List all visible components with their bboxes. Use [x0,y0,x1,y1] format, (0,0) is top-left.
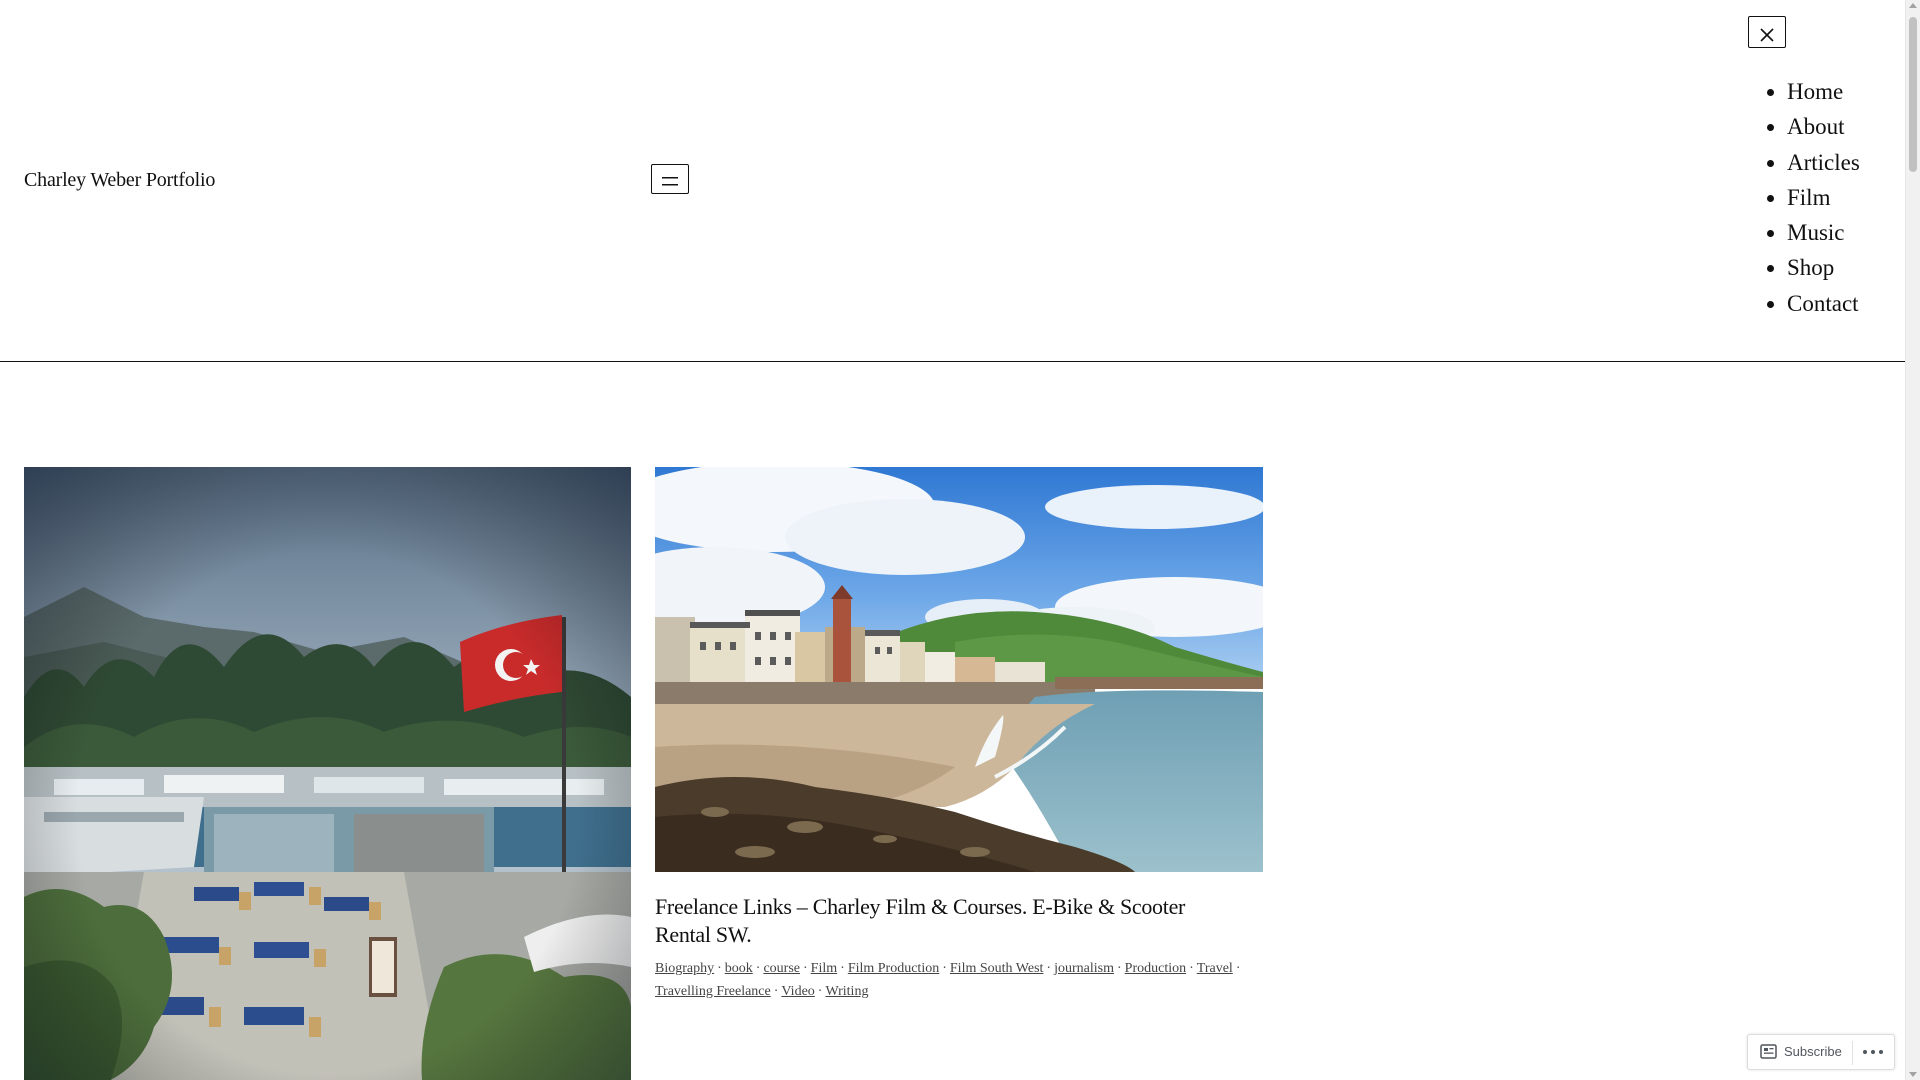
nav-link-contact[interactable]: Contact [1787,291,1859,316]
post-title-link[interactable]: Freelance Links – Charley Film & Courses… [655,894,1185,947]
scroll-up-arrow-icon[interactable] [1909,3,1917,8]
primary-navigation: Home About Articles Film Music Shop Cont… [1764,74,1860,321]
menu-close-button[interactable] [1748,16,1786,48]
category-link-course[interactable]: course [763,961,800,976]
nav-item-shop: Shop [1787,250,1860,285]
category-link-travel[interactable]: Travel [1197,961,1233,976]
post-featured-image-turkey-harbor[interactable] [24,467,631,1080]
separator: · [755,961,761,976]
category-link-film-production[interactable]: Film Production [848,961,939,976]
category-link-video[interactable]: Video [781,984,814,999]
site-header: Charley Weber Portfolio Home About Artic… [0,0,1905,362]
separator: · [803,961,808,976]
nav-link-film[interactable]: Film [1787,185,1830,210]
reader-icon [1760,1044,1777,1059]
nav-item-articles: Articles [1787,145,1860,180]
category-link-writing[interactable]: Writing [825,984,868,999]
separator: · [717,961,722,976]
site-title[interactable]: Charley Weber Portfolio [24,166,215,194]
category-link-film-south-west[interactable]: Film South West [950,961,1044,976]
separator: · [773,984,779,999]
close-icon [1760,28,1774,42]
nav-item-about: About [1787,109,1860,144]
separator: · [1189,961,1194,976]
category-link-journalism[interactable]: journalism [1054,961,1114,976]
nav-item-contact: Contact [1787,286,1860,321]
nav-link-home[interactable]: Home [1787,79,1843,104]
nav-item-home: Home [1787,74,1860,109]
page: Charley Weber Portfolio Home About Artic… [0,0,1920,1080]
menu-open-button[interactable] [651,164,689,194]
turkey-harbor-flag-photo [24,467,631,1080]
category-link-travelling-freelance[interactable]: Travelling Freelance [655,984,771,999]
nav-item-film: Film [1787,180,1860,215]
post-categories: Biography · book · course · Film · Film Producti… [655,957,1267,1003]
coastal-village-beach-photo [655,467,1263,872]
nav-link-shop[interactable]: Shop [1787,255,1834,280]
category-link-film[interactable]: Film [811,961,837,976]
scroll-down-arrow-icon[interactable] [1909,1072,1917,1077]
divider [1852,1041,1853,1065]
post-featured-image-coastal-village[interactable] [655,467,1263,872]
category-link-book[interactable]: book [725,961,753,976]
subscribe-label: Subscribe [1784,1044,1842,1059]
vertical-scrollbar[interactable] [1905,0,1920,1080]
subscribe-widget: Subscribe [1747,1034,1895,1070]
separator: · [817,984,823,999]
nav-link-articles[interactable]: Articles [1787,150,1860,175]
separator: · [942,961,947,976]
scrollbar-thumb[interactable] [1909,17,1917,172]
separator: · [1116,961,1122,976]
post-title: Freelance Links – Charley Film & Courses… [655,893,1235,949]
nav-link-music[interactable]: Music [1787,220,1845,245]
ellipsis-icon[interactable] [1863,1050,1883,1054]
nav-item-music: Music [1787,215,1860,250]
separator: · [1235,961,1241,976]
hamburger-menu-icon [662,177,678,186]
nav-link-about[interactable]: About [1787,114,1845,139]
category-link-production[interactable]: Production [1125,961,1186,976]
separator: · [1046,961,1052,976]
subscribe-button[interactable]: Subscribe [1760,1044,1842,1059]
separator: · [840,961,845,976]
category-link-biography[interactable]: Biography [655,961,714,976]
